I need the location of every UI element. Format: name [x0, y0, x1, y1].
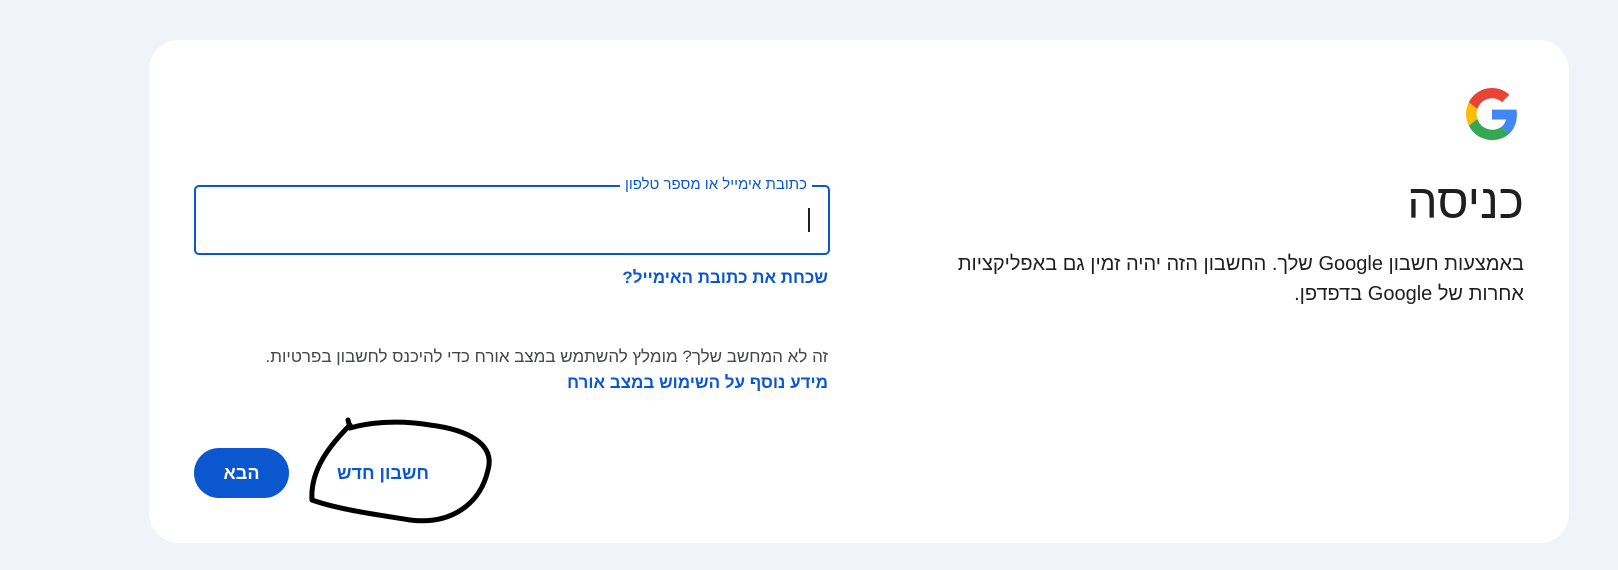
page-title: כניסה: [1407, 176, 1524, 229]
guest-mode-info: זה לא המחשב שלך? מומלץ להשתמש במצב אורח …: [265, 347, 828, 366]
email-or-phone-label: כתובת אימייל או מספר טלפון: [619, 175, 812, 195]
forgot-email-link[interactable]: שכחת את כתובת האימייל?: [622, 268, 828, 288]
email-or-phone-input[interactable]: [208, 195, 816, 245]
email-or-phone-field[interactable]: כתובת אימייל או מספר טלפון: [194, 175, 830, 255]
create-account-button[interactable]: חשבון חדש: [325, 448, 441, 498]
page-subtitle: באמצעות חשבון Google שלך. החשבון הזה יהי…: [957, 253, 1524, 305]
guest-mode-learn-more-link[interactable]: מידע נוסף על השימוש במצב אורח: [567, 373, 828, 393]
next-button[interactable]: הבא: [194, 448, 289, 498]
text-caret: [808, 208, 810, 232]
google-logo-icon: [1466, 88, 1517, 140]
